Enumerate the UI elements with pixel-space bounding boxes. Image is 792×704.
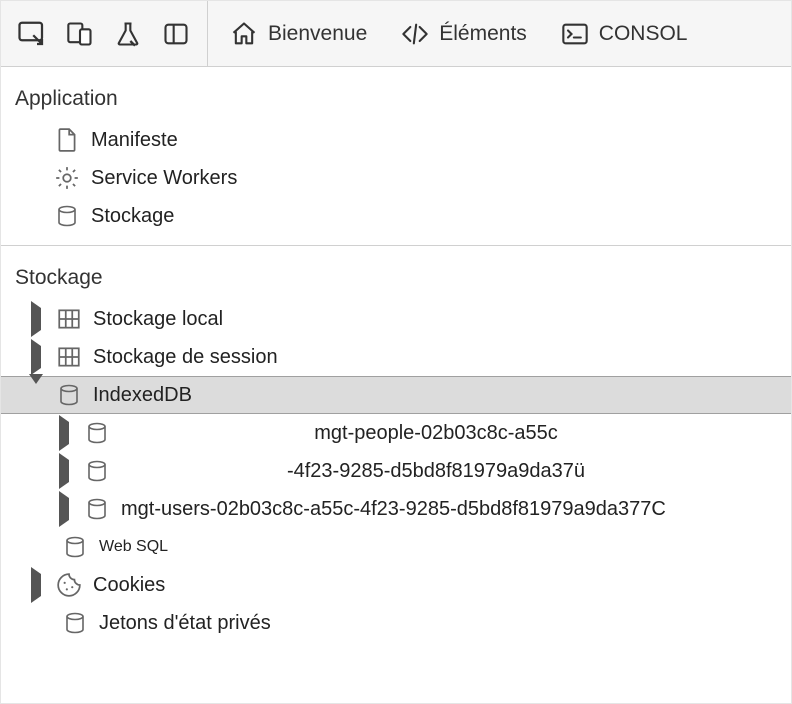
cookie-icon xyxy=(55,571,83,599)
item-storage-overview-label: Stockage xyxy=(91,205,174,228)
item-manifest-label: Manifeste xyxy=(91,129,178,152)
tab-elements[interactable]: Éléments xyxy=(401,1,527,66)
idb-child-2[interactable]: mgt-users-02b03c8c-a55c-4f23-9285-d5bd8f… xyxy=(1,490,791,528)
item-service-workers-label: Service Workers xyxy=(91,167,237,190)
idb-child-1-label: -4f23-9285-d5bd8f81979a9da37ü xyxy=(121,460,791,483)
item-indexeddb-label: IndexedDB xyxy=(93,384,192,407)
item-local-storage[interactable]: Stockage local xyxy=(1,300,791,338)
file-icon xyxy=(53,126,81,154)
idb-child-2-label: mgt-users-02b03c8c-a55c-4f23-9285-d5bd8f… xyxy=(121,498,666,521)
idb-child-0[interactable]: mgt-people-02b03c8c-a55c xyxy=(1,414,791,452)
caret-right-icon[interactable] xyxy=(27,346,45,369)
item-websql[interactable]: Web SQL xyxy=(1,528,791,566)
code-icon xyxy=(401,20,429,48)
device-toggle-icon[interactable] xyxy=(65,19,95,49)
devtools-toolbar: Bienvenue Éléments CONSOL xyxy=(1,1,791,67)
item-manifest[interactable]: Manifeste xyxy=(1,121,791,159)
tab-console-label: CONSOL xyxy=(599,22,688,46)
item-private-tokens[interactable]: Jetons d'état privés xyxy=(1,604,791,642)
section-storage-title: Stockage xyxy=(1,246,791,300)
tab-elements-label: Éléments xyxy=(439,22,527,46)
db-icon xyxy=(83,457,111,485)
experiments-icon[interactable] xyxy=(113,19,143,49)
item-websql-label: Web SQL xyxy=(99,538,168,556)
db-icon xyxy=(55,381,83,409)
grid-icon xyxy=(55,343,83,371)
caret-right-icon[interactable] xyxy=(55,460,73,483)
item-storage-overview[interactable]: Stockage xyxy=(1,197,791,235)
item-local-storage-label: Stockage local xyxy=(93,308,223,331)
item-service-workers[interactable]: Service Workers xyxy=(1,159,791,197)
item-cookies-label: Cookies xyxy=(93,574,165,597)
home-icon xyxy=(230,20,258,48)
item-private-tokens-label: Jetons d'état privés xyxy=(99,612,271,635)
inspect-icon[interactable] xyxy=(17,19,47,49)
toolbar-tabs: Bienvenue Éléments CONSOL xyxy=(208,1,709,66)
dock-side-icon[interactable] xyxy=(161,19,191,49)
db-icon xyxy=(83,495,111,523)
db-icon xyxy=(61,533,89,561)
item-indexeddb[interactable]: IndexedDB xyxy=(1,376,791,414)
tab-welcome[interactable]: Bienvenue xyxy=(230,1,367,66)
toolbar-left-icons xyxy=(1,1,208,66)
item-session-storage-label: Stockage de session xyxy=(93,346,278,369)
item-cookies[interactable]: Cookies xyxy=(1,566,791,604)
caret-right-icon[interactable] xyxy=(27,574,45,597)
grid-icon xyxy=(55,305,83,333)
db-icon xyxy=(53,202,81,230)
caret-down-icon[interactable] xyxy=(27,384,45,407)
caret-right-icon[interactable] xyxy=(27,308,45,331)
idb-child-0-label: mgt-people-02b03c8c-a55c xyxy=(121,422,791,445)
gear-icon xyxy=(53,164,81,192)
tab-console[interactable]: CONSOL xyxy=(561,1,688,66)
db-icon xyxy=(83,419,111,447)
tab-welcome-label: Bienvenue xyxy=(268,22,367,46)
db-icon xyxy=(61,609,89,637)
idb-child-1[interactable]: -4f23-9285-d5bd8f81979a9da37ü xyxy=(1,452,791,490)
caret-right-icon[interactable] xyxy=(55,498,73,521)
caret-right-icon[interactable] xyxy=(55,422,73,445)
item-session-storage[interactable]: Stockage de session xyxy=(1,338,791,376)
console-icon xyxy=(561,20,589,48)
section-application-title: Application xyxy=(1,67,791,121)
